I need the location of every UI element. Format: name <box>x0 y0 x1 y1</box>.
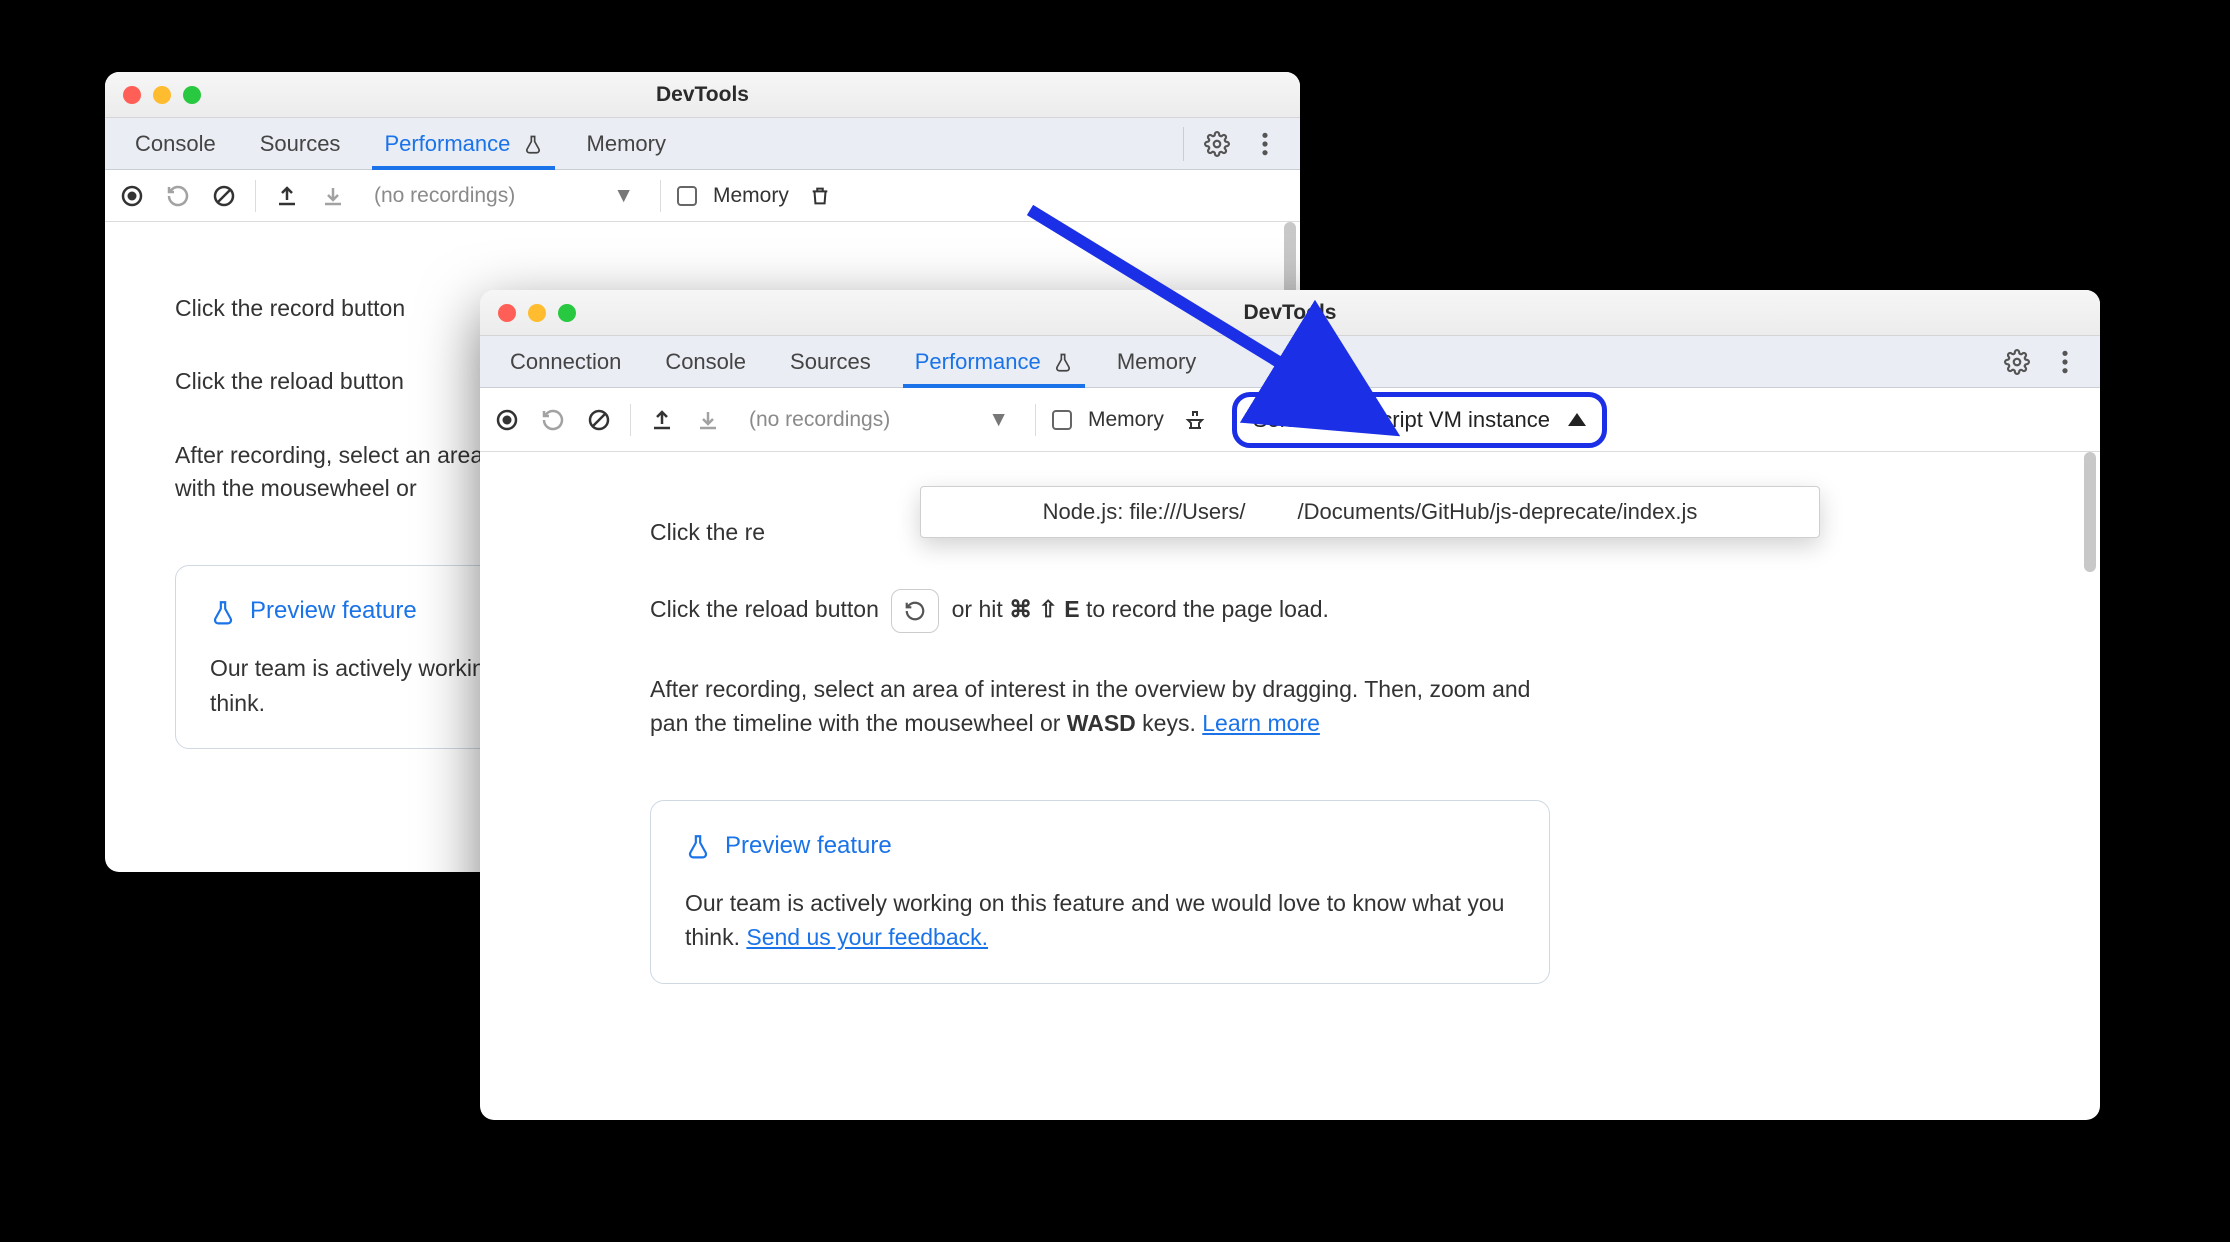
preview-feature-title: Preview feature <box>250 594 417 629</box>
tab-sources[interactable]: Sources <box>770 336 891 388</box>
garbage-collect-button[interactable] <box>1180 405 1210 435</box>
recordings-dropdown[interactable]: (no recordings) ▼ <box>364 179 644 213</box>
memory-checkbox[interactable] <box>1052 410 1072 430</box>
chevron-down-icon: ▼ <box>613 184 634 208</box>
upload-profile-button[interactable] <box>272 181 302 211</box>
memory-checkbox-label: Memory <box>1088 408 1164 432</box>
vm-instance-select[interactable]: Select JavaScript VM instance <box>1232 392 1607 448</box>
recordings-dropdown[interactable]: (no recordings) ▼ <box>739 403 1019 437</box>
preview-feature-title: Preview feature <box>725 829 892 864</box>
devtools-window-front: DevTools Connection Console Sources Perf… <box>480 290 2100 1120</box>
more-menu-icon[interactable] <box>1250 129 1280 159</box>
memory-checkbox-label: Memory <box>713 184 789 208</box>
record-button[interactable] <box>117 181 147 211</box>
tab-performance-label: Performance <box>384 131 510 156</box>
learn-more-link[interactable]: Learn more <box>1202 710 1320 736</box>
reload-record-button[interactable] <box>163 181 193 211</box>
clear-button[interactable] <box>584 405 614 435</box>
record-button[interactable] <box>492 405 522 435</box>
flask-icon <box>210 599 236 625</box>
separator <box>1183 127 1184 161</box>
separator <box>1035 404 1036 436</box>
window-title: DevTools <box>480 301 2100 325</box>
tab-sources[interactable]: Sources <box>240 118 361 170</box>
separator <box>255 180 256 212</box>
reload-icon-inline <box>891 589 939 633</box>
record-hint-line: Click the re <box>650 516 1550 549</box>
window-title: DevTools <box>105 83 1300 107</box>
flask-icon <box>685 833 711 859</box>
tab-console[interactable]: Console <box>115 118 236 170</box>
titlebar: DevTools <box>480 290 2100 336</box>
settings-gear-icon[interactable] <box>1202 129 1232 159</box>
garbage-collect-button[interactable] <box>805 181 835 211</box>
tab-memory[interactable]: Memory <box>1097 336 1216 388</box>
recordings-placeholder: (no recordings) <box>749 408 890 432</box>
download-profile-button[interactable] <box>318 181 348 211</box>
experiment-flask-icon <box>1053 352 1073 372</box>
chevron-down-icon: ▼ <box>988 408 1009 432</box>
recordings-placeholder: (no recordings) <box>374 184 515 208</box>
reload-hint-line: Click the reload button or hit ⌘ ⇧ E to … <box>650 589 1550 633</box>
tab-performance[interactable]: Performance <box>895 336 1093 388</box>
tab-connection[interactable]: Connection <box>490 336 641 388</box>
download-profile-button[interactable] <box>693 405 723 435</box>
preview-feature-card: Preview feature Our team is actively wor… <box>650 800 1550 984</box>
wasd-keys: WASD <box>1067 710 1136 736</box>
keyboard-shortcut: ⌘ ⇧ E <box>1009 596 1079 622</box>
reload-record-button[interactable] <box>538 405 568 435</box>
tab-console[interactable]: Console <box>645 336 766 388</box>
chevron-up-icon <box>1568 413 1586 426</box>
memory-checkbox[interactable] <box>677 186 697 206</box>
separator <box>630 404 631 436</box>
performance-toolbar: (no recordings) ▼ Memory <box>105 170 1300 222</box>
experiment-flask-icon <box>523 134 543 154</box>
tab-performance[interactable]: Performance <box>364 118 562 170</box>
upload-profile-button[interactable] <box>647 405 677 435</box>
performance-toolbar: (no recordings) ▼ Memory Select JavaScri… <box>480 388 2100 452</box>
performance-landing: Click the re Click the reload button or … <box>480 452 2100 1120</box>
clear-button[interactable] <box>209 181 239 211</box>
titlebar: DevTools <box>105 72 1300 118</box>
separator <box>660 180 661 212</box>
settings-gear-icon[interactable] <box>2002 347 2032 377</box>
devtools-tabbar: Console Sources Performance Memory <box>105 118 1300 170</box>
vm-instance-select-label: Select JavaScript VM instance <box>1253 407 1550 433</box>
tab-performance-label: Performance <box>915 349 1041 374</box>
more-menu-icon[interactable] <box>2050 347 2080 377</box>
tab-memory[interactable]: Memory <box>567 118 686 170</box>
after-recording-hint: After recording, select an area of inter… <box>650 673 1550 740</box>
devtools-tabbar: Connection Console Sources Performance M… <box>480 336 2100 388</box>
send-feedback-link[interactable]: Send us your feedback. <box>746 924 988 950</box>
